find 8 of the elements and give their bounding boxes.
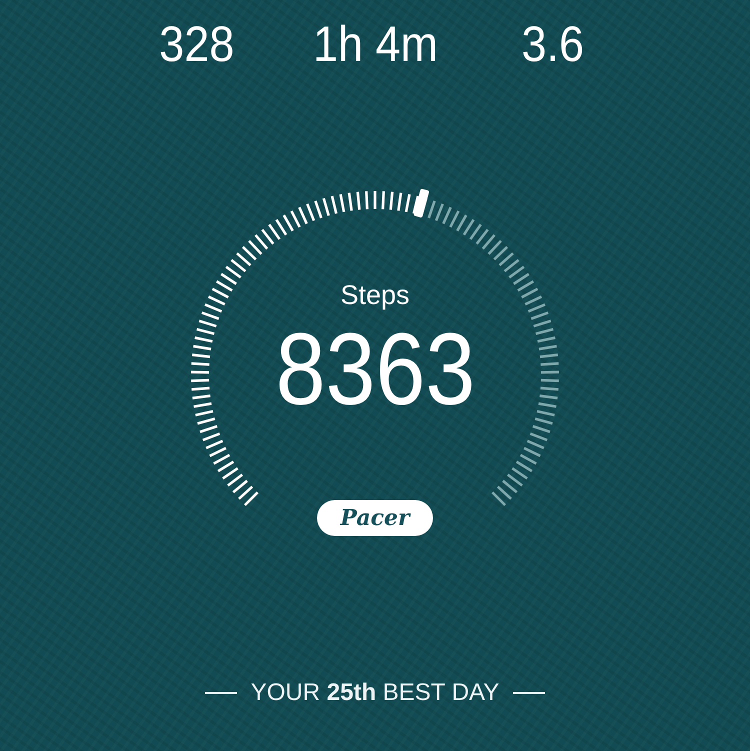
logo: Pacer <box>317 500 433 536</box>
steps-count: 8363 <box>275 317 475 422</box>
stat-value: 328 <box>159 18 235 70</box>
progress-marker <box>413 188 430 218</box>
steps-label: Steps <box>340 279 410 312</box>
stat-value: 1h 4m <box>312 18 438 70</box>
best-day-text: YOUR 25th BEST DAY <box>250 678 500 708</box>
stat-value: 3.6 <box>522 18 584 70</box>
